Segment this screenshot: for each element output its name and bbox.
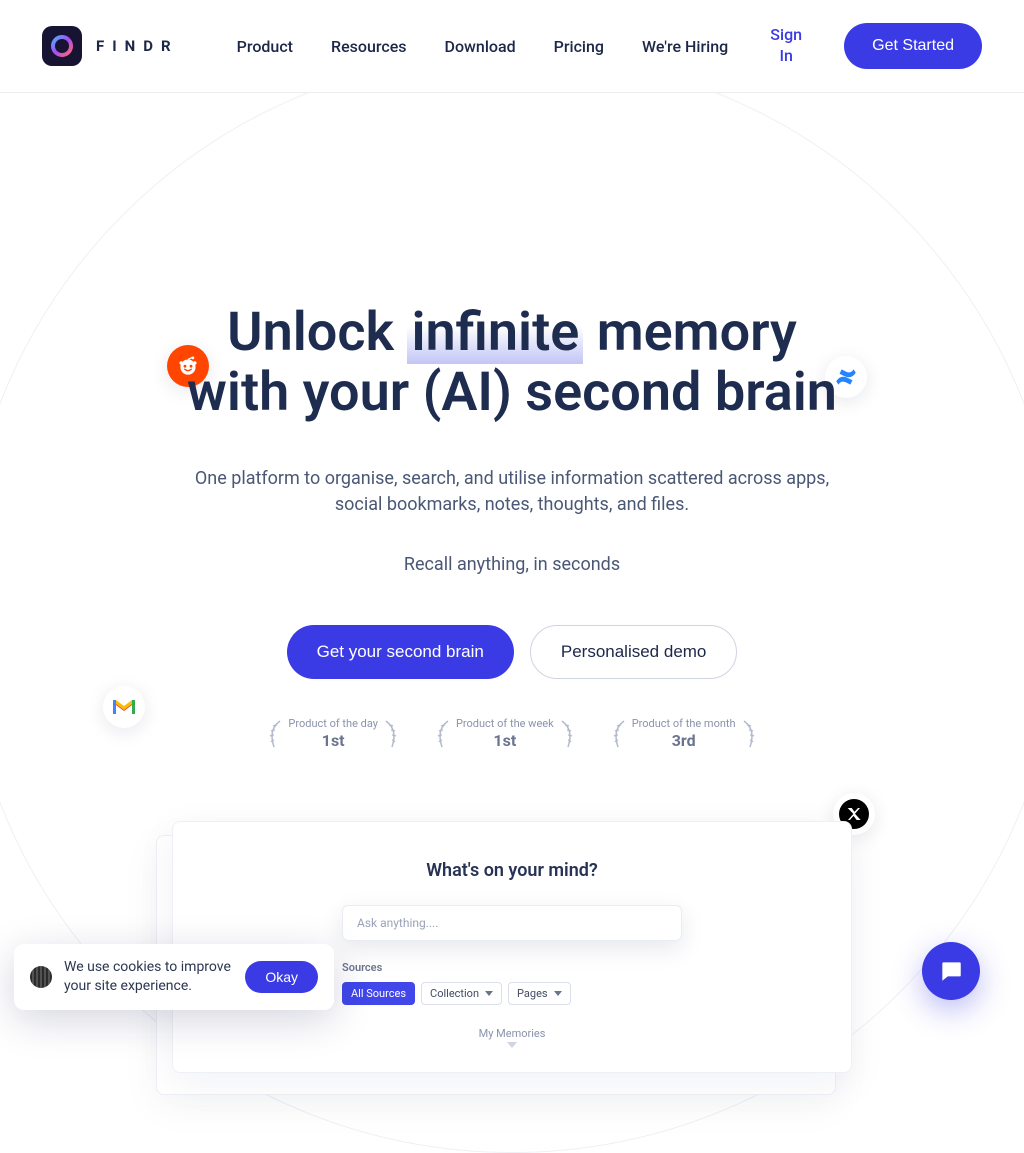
laurel-right-icon (384, 719, 400, 749)
nav-download[interactable]: Download (445, 37, 516, 56)
cookie-text: We use cookies to improve your site expe… (64, 958, 233, 996)
sources-section: Sources All Sources Collection Pages (342, 961, 682, 1005)
ask-input[interactable]: Ask anything.... (342, 905, 682, 941)
nav-signin[interactable]: Sign In (766, 25, 806, 67)
award-rank: 1st (288, 731, 378, 751)
source-chips: All Sources Collection Pages (342, 982, 682, 1005)
hero-subtitle-2: Recall anything, in seconds (0, 554, 1024, 575)
hero-subtitle: One platform to organise, search, and ut… (192, 466, 832, 518)
award-day: Product of the day 1st (266, 717, 400, 751)
hero-title-highlight: infinite (407, 301, 583, 364)
preview-title: What's on your mind? (173, 860, 851, 881)
sources-label: Sources (342, 961, 682, 974)
cookie-icon (30, 966, 52, 988)
chat-fab[interactable] (922, 942, 980, 1000)
chevron-down-icon (554, 991, 562, 996)
laurel-right-icon (742, 719, 758, 749)
logo[interactable]: FINDR (42, 26, 179, 66)
chip-label: All Sources (351, 987, 406, 1000)
award-label: Product of the month (632, 717, 736, 731)
award-week: Product of the week 1st (434, 717, 576, 751)
laurel-left-icon (266, 719, 282, 749)
hero-cta-group: Get your second brain Personalised demo (0, 625, 1024, 679)
chevron-down-icon (485, 991, 493, 996)
personalised-demo-button[interactable]: Personalised demo (530, 625, 738, 679)
hero-title: Unlock infinite memory with your (AI) se… (0, 303, 1024, 424)
laurel-left-icon (434, 719, 450, 749)
laurel-right-icon (560, 719, 576, 749)
chip-label: Collection (430, 987, 479, 1000)
nav-resources[interactable]: Resources (331, 37, 407, 56)
award-rank: 1st (456, 731, 554, 751)
award-month: Product of the month 3rd (610, 717, 758, 751)
nav-pricing[interactable]: Pricing (554, 37, 604, 56)
chat-icon (938, 958, 964, 984)
hero-title-line2: with your (AI) second brain (187, 361, 837, 424)
chip-collection[interactable]: Collection (421, 982, 502, 1005)
main-nav: Product Resources Download Pricing We're… (237, 23, 982, 69)
award-label: Product of the day (288, 717, 378, 731)
chip-all-sources[interactable]: All Sources (342, 982, 415, 1005)
logo-text: FINDR (96, 37, 179, 55)
nav-product[interactable]: Product (237, 37, 293, 56)
chip-label: Pages (517, 987, 548, 1000)
site-header: FINDR Product Resources Download Pricing… (0, 0, 1024, 93)
laurel-left-icon (610, 719, 626, 749)
hero-title-pre: Unlock (227, 301, 407, 364)
award-label: Product of the week (456, 717, 554, 731)
award-rank: 3rd (632, 731, 736, 751)
cookie-banner: We use cookies to improve your site expe… (14, 944, 334, 1010)
hero-title-post: memory (583, 301, 797, 364)
hero-section: Unlock infinite memory with your (AI) se… (0, 93, 1024, 1073)
nav-hiring[interactable]: We're Hiring (642, 37, 728, 56)
chevron-down-icon (507, 1042, 517, 1048)
get-second-brain-button[interactable]: Get your second brain (287, 625, 514, 679)
get-started-button[interactable]: Get Started (844, 23, 982, 69)
chip-pages[interactable]: Pages (508, 982, 571, 1005)
cookie-accept-button[interactable]: Okay (245, 961, 318, 993)
logo-mark-icon (42, 26, 82, 66)
awards-row: Product of the day 1st Product of the we… (0, 717, 1024, 751)
my-memories-label: My Memories (173, 1027, 851, 1040)
